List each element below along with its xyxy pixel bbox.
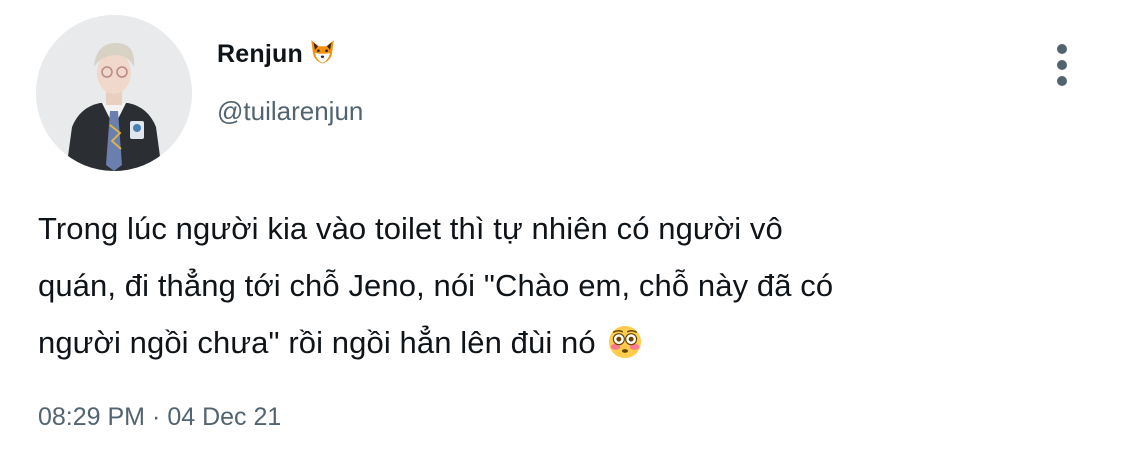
- tweet-text-line: quán, đi thẳng tới chỗ Jeno, nói "Chào e…: [38, 268, 834, 303]
- avatar-photo: [36, 15, 192, 171]
- more-options-button[interactable]: [1046, 44, 1078, 86]
- display-name[interactable]: Renjun: [217, 38, 336, 69]
- tweet-card: Renjun @tuilarenjun Trong lúc người kia …: [0, 0, 1125, 463]
- tweet-text-line-last: người ngồi chưa" rồi ngồi hẳn lên đùi nó: [38, 314, 1098, 371]
- more-vertical-icon: [1057, 44, 1067, 54]
- user-handle[interactable]: @tuilarenjun: [217, 96, 363, 127]
- display-name-text: Renjun: [217, 40, 303, 68]
- tweet-timestamp[interactable]: 08:29 PM · 04 Dec 21: [38, 403, 281, 432]
- tweet-time: 08:29 PM: [38, 403, 146, 431]
- more-vertical-icon-dot: [1057, 60, 1067, 70]
- more-vertical-icon-dot: [1057, 76, 1067, 86]
- timestamp-separator: ·: [152, 403, 161, 431]
- avatar[interactable]: [36, 15, 192, 171]
- flushed-face-emoji: [609, 325, 642, 359]
- tweet-text-line: người ngồi chưa" rồi ngồi hẳn lên đùi nó: [38, 325, 596, 360]
- fox-face-emoji: [311, 40, 334, 64]
- tweet-date: 04 Dec 21: [167, 403, 282, 431]
- tweet-text-line: Trong lúc người kia vào toilet thì tự nh…: [38, 211, 783, 246]
- tweet-text: Trong lúc người kia vào toilet thì tự nh…: [38, 200, 1098, 371]
